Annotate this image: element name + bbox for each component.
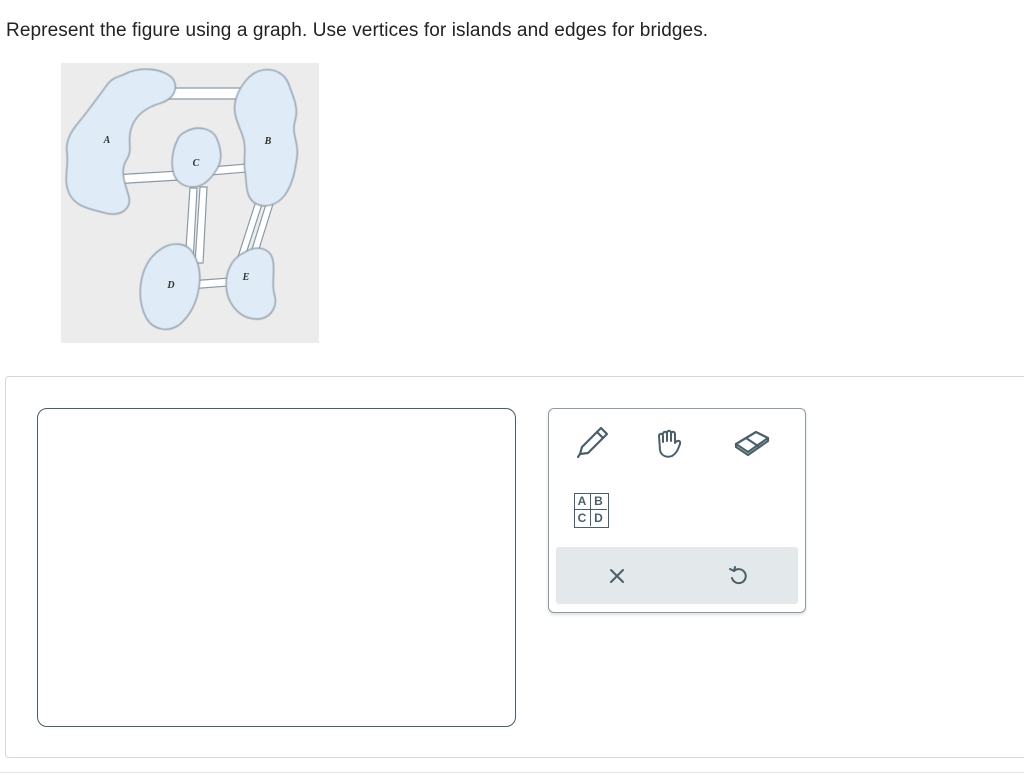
footer-divider <box>0 772 1024 773</box>
action-bar <box>556 547 798 604</box>
island-label-a: A <box>103 135 111 146</box>
islands <box>65 68 299 330</box>
island-a <box>65 68 177 215</box>
island-e <box>225 247 276 320</box>
clear-button[interactable] <box>556 547 677 604</box>
undo-button[interactable] <box>677 547 798 604</box>
hand-icon <box>658 429 682 458</box>
bridge-a-b-top <box>168 87 244 100</box>
island-label-e: E <box>242 272 250 283</box>
pencil-tool-button[interactable] <box>570 422 614 462</box>
hand-tool-button[interactable] <box>648 422 692 462</box>
question-prompt: Represent the figure using a graph. Use … <box>6 20 709 41</box>
label-grid-icon: A B C D <box>573 492 609 528</box>
label-tool-button[interactable]: A B C D <box>569 490 613 530</box>
label-letter-b: B <box>590 494 607 510</box>
label-letter-d: D <box>594 510 603 525</box>
graph-drawing-canvas[interactable] <box>37 408 516 727</box>
label-letter-a: A <box>574 493 591 510</box>
island-label-d: D <box>166 280 174 291</box>
undo-icon <box>728 565 747 584</box>
pencil-icon <box>576 426 609 459</box>
close-icon <box>609 568 624 583</box>
eraser-tool-button[interactable] <box>730 422 774 462</box>
island-label-b: B <box>264 136 272 147</box>
island-bridge-figure: A B C D E <box>61 63 319 343</box>
eraser-icon <box>734 430 770 457</box>
label-letter-c: C <box>575 509 591 526</box>
island-label-c: C <box>193 158 200 169</box>
